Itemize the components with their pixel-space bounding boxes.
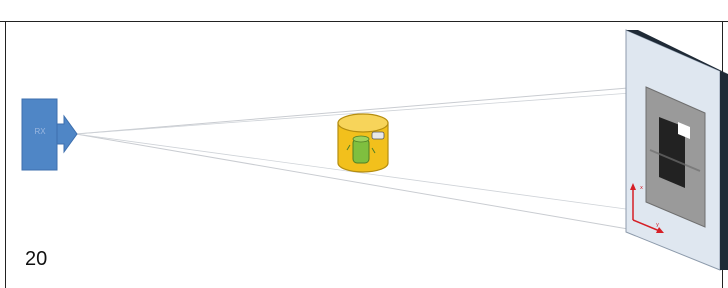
- detector-plate-icon: [625, 29, 728, 271]
- svg-text:x: x: [640, 185, 643, 191]
- source-label: RX: [34, 127, 46, 136]
- page-number: 20: [25, 248, 48, 270]
- svg-text:y: y: [656, 222, 659, 228]
- slide-frame: x y RX 20: [0, 0, 728, 288]
- xray-projection-diagram: x y: [21, 29, 728, 271]
- sample-cylinder-icon: [337, 113, 389, 173]
